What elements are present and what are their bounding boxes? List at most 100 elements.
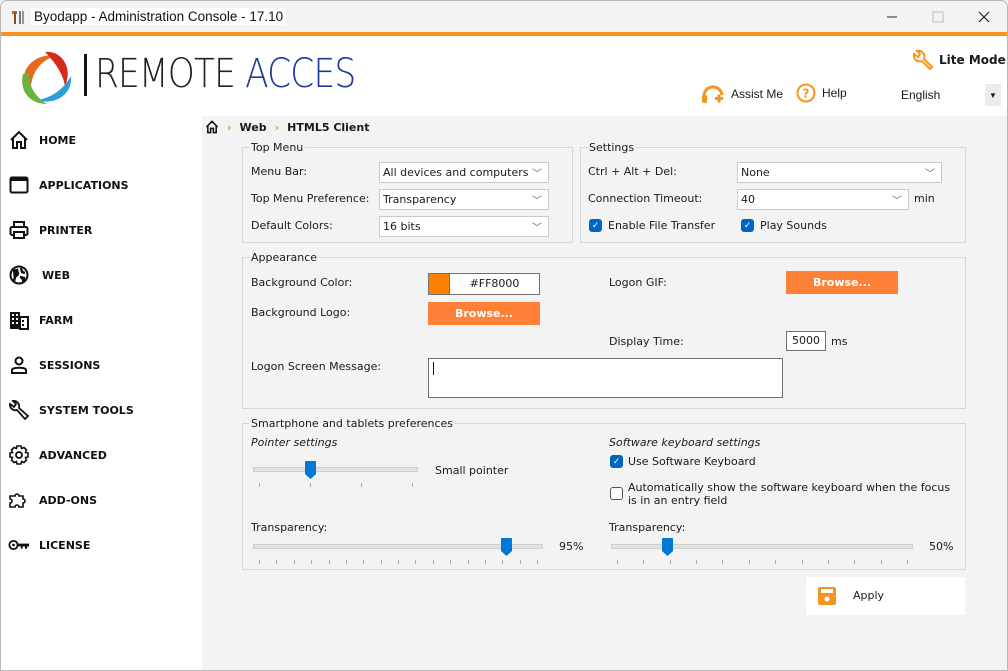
logon-message-input[interactable] bbox=[428, 358, 783, 398]
sidebar-item-advanced[interactable]: ADVANCED bbox=[1, 437, 201, 473]
home-icon[interactable] bbox=[205, 120, 219, 134]
chevron-down-icon: ﹀ bbox=[892, 196, 902, 207]
minimize-button[interactable] bbox=[869, 1, 915, 33]
language-select[interactable]: English ▼ bbox=[899, 84, 1001, 106]
keyboard-settings-heading: Software keyboard settings bbox=[609, 436, 761, 449]
sidebar-item-applications[interactable]: APPLICATIONS bbox=[1, 167, 201, 203]
slider-tick bbox=[276, 560, 278, 564]
sidebar-item-label: HOME bbox=[39, 133, 77, 147]
slider-tick bbox=[363, 560, 365, 564]
slider-tick bbox=[880, 560, 882, 564]
chevron-down-icon: ﹀ bbox=[532, 196, 542, 207]
title-bar: Byodapp - Administration Console - 17.10 bbox=[1, 1, 1007, 33]
display-time-input[interactable]: 5000 bbox=[786, 331, 826, 351]
sidebar-item-label: SYSTEM TOOLS bbox=[39, 403, 134, 417]
breadcrumb-web[interactable]: Web bbox=[240, 121, 267, 134]
app-tools-icon bbox=[12, 11, 24, 24]
building-icon bbox=[8, 309, 30, 331]
settings-group: Settings Ctrl + Alt + Del: None ﹀ Connec… bbox=[580, 141, 966, 243]
keyboard-transparency-value: 50% bbox=[929, 540, 954, 553]
gear-icon bbox=[8, 444, 30, 466]
slider-tick bbox=[801, 560, 803, 564]
logon-gif-label: Logon GIF: bbox=[609, 276, 667, 289]
close-button[interactable] bbox=[961, 1, 1007, 33]
auto-show-keyboard-checkbox[interactable] bbox=[610, 487, 623, 500]
slider-thumb[interactable] bbox=[661, 538, 673, 556]
keyboard-transparency-slider[interactable] bbox=[611, 536, 913, 566]
pointer-size-slider[interactable] bbox=[253, 459, 418, 489]
user-icon bbox=[8, 354, 30, 376]
sidebar-item-label: FARM bbox=[39, 313, 74, 327]
sidebar-item-farm[interactable]: FARM bbox=[1, 302, 201, 338]
app-window: Byodapp - Administration Console - 17.10… bbox=[0, 0, 1008, 671]
slider-tick bbox=[432, 560, 434, 564]
use-software-keyboard-checkbox[interactable]: ✓ bbox=[610, 455, 623, 468]
slider-tick bbox=[380, 560, 382, 564]
background-color-input[interactable]: #FF8000 bbox=[449, 273, 540, 295]
close-icon bbox=[978, 11, 990, 23]
display-time-label: Display Time: bbox=[609, 335, 684, 348]
enable-file-transfer-checkbox[interactable]: ✓ bbox=[589, 219, 602, 232]
slider-tick bbox=[412, 483, 413, 487]
chevron-down-icon: ﹀ bbox=[925, 169, 935, 180]
assist-me-button[interactable]: Assist Me bbox=[701, 83, 783, 105]
top-menu-group: Top Menu Menu Bar: All devices and compu… bbox=[242, 141, 573, 243]
logon-gif-browse-button[interactable]: Browse... bbox=[786, 271, 898, 294]
lite-mode-button[interactable]: Lite Mode bbox=[911, 49, 1006, 71]
slider-thumb[interactable] bbox=[304, 461, 316, 479]
logo-globe-icon bbox=[22, 51, 72, 104]
slider-tick bbox=[669, 560, 671, 564]
maximize-icon bbox=[932, 11, 944, 23]
connection-timeout-value: 40 bbox=[741, 193, 755, 206]
slider-tick bbox=[293, 560, 295, 564]
help-button[interactable]: ? Help bbox=[796, 83, 847, 103]
sidebar-item-label: LICENSE bbox=[39, 538, 91, 552]
ctrl-alt-del-label: Ctrl + Alt + Del: bbox=[588, 165, 677, 178]
checkmark-icon: ✓ bbox=[591, 220, 600, 231]
pointer-transparency-slider[interactable] bbox=[253, 536, 543, 566]
slider-tick bbox=[696, 560, 698, 564]
sidebar-item-web[interactable]: WEB bbox=[1, 257, 201, 293]
slider-tick bbox=[328, 560, 330, 564]
apply-button[interactable]: Apply bbox=[806, 577, 965, 615]
key-icon bbox=[8, 534, 30, 556]
chevron-down-icon: ﹀ bbox=[532, 169, 542, 180]
slider-tick bbox=[748, 560, 750, 564]
sidebar-item-printer[interactable]: PRINTER bbox=[1, 212, 201, 248]
slider-thumb[interactable] bbox=[501, 538, 513, 556]
assist-me-label: Assist Me bbox=[731, 87, 784, 101]
maximize-button[interactable] bbox=[915, 1, 961, 33]
play-sounds-checkbox[interactable]: ✓ bbox=[741, 219, 754, 232]
connection-timeout-select[interactable]: 40 ﹀ bbox=[737, 189, 909, 210]
smartphone-legend: Smartphone and tablets preferences bbox=[249, 417, 456, 430]
background-logo-browse-button[interactable]: Browse... bbox=[428, 302, 540, 325]
pointer-transparency-label: Transparency: bbox=[251, 521, 328, 534]
sidebar-item-sessions[interactable]: SESSIONS bbox=[1, 347, 201, 383]
sidebar-item-label: ADD-ONS bbox=[39, 493, 98, 507]
sidebar-item-home[interactable]: HOME bbox=[1, 122, 201, 158]
sidebar-item-label: APPLICATIONS bbox=[39, 178, 129, 192]
auto-show-keyboard-label: Automatically show the software keyboard… bbox=[628, 481, 951, 507]
sidebar-item-system-tools[interactable]: SYSTEM TOOLS bbox=[1, 392, 201, 428]
background-color-label: Background Color: bbox=[251, 276, 353, 289]
menu-bar-select[interactable]: All devices and computers ﹀ bbox=[379, 162, 549, 183]
puzzle-icon bbox=[8, 489, 30, 511]
background-color-swatch[interactable] bbox=[428, 273, 450, 295]
default-colors-select[interactable]: 16 bits ﹀ bbox=[379, 216, 549, 237]
slider-track bbox=[253, 467, 418, 472]
sidebar-item-license[interactable]: LICENSE bbox=[1, 527, 201, 563]
default-colors-label: Default Colors: bbox=[251, 219, 333, 232]
logon-message-label: Logon Screen Message: bbox=[251, 360, 382, 373]
display-time-unit: ms bbox=[831, 335, 848, 348]
display-time-value: 5000 bbox=[792, 334, 820, 347]
chevron-down-icon: ﹀ bbox=[532, 223, 542, 234]
ctrl-alt-del-select[interactable]: None ﹀ bbox=[737, 162, 942, 183]
top-menu-preference-select[interactable]: Transparency ﹀ bbox=[379, 189, 549, 210]
help-icon: ? bbox=[796, 83, 816, 103]
sidebar-item-label: PRINTER bbox=[39, 223, 93, 237]
appearance-group: Appearance Background Color: #FF8000 Bac… bbox=[242, 251, 966, 409]
ctrl-alt-del-value: None bbox=[741, 166, 770, 179]
slider-tick bbox=[259, 483, 260, 487]
text-cursor bbox=[433, 362, 434, 375]
sidebar-item-add-ons[interactable]: ADD-ONS bbox=[1, 482, 201, 518]
